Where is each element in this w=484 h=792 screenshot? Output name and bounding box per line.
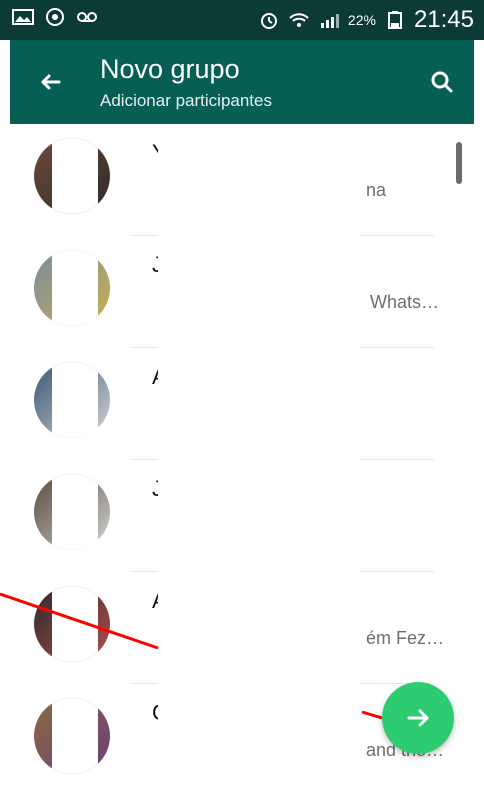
clock-time: 21:45 — [413, 6, 474, 33]
avatar — [34, 474, 110, 550]
next-button[interactable] — [382, 682, 454, 754]
picture-icon — [12, 8, 34, 26]
status-right-icons: 22% 21:45 — [258, 6, 474, 34]
voicemail-icon — [76, 8, 98, 26]
whatsapp-icon — [44, 8, 66, 26]
avatar — [34, 138, 110, 214]
wifi-icon — [288, 11, 310, 29]
search-icon[interactable] — [424, 64, 460, 100]
battery-percent: 22% — [347, 12, 376, 28]
contact-status: ém Fez… — [366, 628, 445, 648]
avatar — [34, 362, 110, 438]
avatar — [34, 698, 110, 774]
avatar — [34, 250, 110, 326]
back-arrow-icon[interactable] — [32, 64, 68, 100]
signal-icon — [318, 11, 340, 29]
avatar — [34, 586, 110, 662]
page-title: Novo grupo — [100, 54, 240, 84]
app-bar: Novo grupo Adicionar participantes — [10, 40, 474, 124]
battery-icon — [384, 11, 406, 29]
page-subtitle: Adicionar participantes — [100, 91, 272, 110]
scrollbar[interactable] — [456, 142, 462, 184]
status-left-icons — [12, 8, 98, 26]
redaction-mask — [158, 124, 360, 792]
title-block: Novo grupo Adicionar participantes — [100, 54, 272, 112]
contact-status: Whats… — [370, 292, 440, 312]
status-bar: 22% 21:45 — [0, 0, 484, 40]
contact-status: na — [366, 180, 387, 200]
arrow-right-icon — [407, 709, 429, 727]
alarm-icon — [258, 11, 280, 29]
